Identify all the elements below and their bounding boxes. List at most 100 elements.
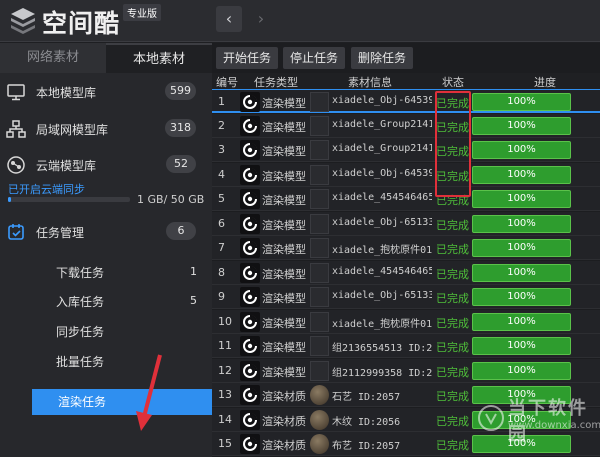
asset-thumbnail — [310, 336, 329, 356]
status-highlight-box — [435, 91, 471, 197]
storage-usage-text: 1 GB/ 50 GB — [137, 193, 205, 206]
count-badge: 6 — [166, 222, 196, 240]
row-number: 4 — [218, 167, 225, 181]
calendar-icon — [8, 224, 24, 240]
back-button[interactable]: ‹ — [216, 6, 242, 32]
row-number: 2 — [218, 118, 225, 132]
asset-info: xiadele_Group21412 — [332, 143, 432, 154]
logo-icon — [11, 8, 35, 34]
sidebar-item-import-tasks[interactable]: 入库任务 — [56, 293, 104, 310]
tab-local-assets[interactable]: 本地素材 — [106, 43, 212, 73]
start-task-button[interactable]: 开始任务 — [216, 47, 279, 69]
storage-progress-bar — [8, 197, 130, 202]
table-row[interactable]: 7 渲染模型 xiadele_抱枕原件01 I 已完成100% — [212, 236, 600, 260]
asset-thumbnail — [310, 140, 329, 160]
render-engine-icon — [240, 434, 260, 454]
sidebar-item-task-manager[interactable]: 任务管理 6 — [0, 215, 212, 249]
asset-thumbnail — [310, 164, 329, 185]
sidebar-item-lan-library[interactable]: 局域网模型库 318 — [0, 112, 212, 146]
progress-bar: 100% — [472, 190, 571, 208]
import-task-count: 5 — [190, 294, 197, 307]
table-row[interactable]: 10 渲染模型 xiadele_抱枕原件01 I 已完成100% — [212, 309, 600, 334]
annotation-arrow-icon — [136, 354, 162, 431]
row-number: 12 — [218, 363, 232, 377]
table-row[interactable]: 2 渲染模型 xiadele_Group21412 已完成 100% — [212, 113, 600, 138]
table-row[interactable]: 8 渲染模型 xiadele_454546465 ID 已完成100% — [212, 260, 600, 285]
table-row[interactable]: 1渲染模型xiadele_Obj-645393-已完成100% — [212, 89, 600, 113]
table-row[interactable]: 6 渲染模型 xiadele_Obj-651337- 已完成100% — [212, 211, 600, 236]
progress-bar: 100% — [472, 214, 571, 233]
asset-info: xiadele_454546465 ID — [332, 265, 432, 277]
render-engine-icon — [240, 140, 260, 160]
title-bar: 空间酷 专业版 ‹ › — [0, 0, 600, 42]
asset-thumbnail — [310, 262, 329, 283]
forward-button[interactable]: › — [248, 6, 274, 32]
asset-info: 布艺 ID:2057 — [332, 441, 401, 452]
column-header-num[interactable]: 编号 — [216, 74, 238, 90]
table-row[interactable]: 4渲染模型xiadele_Obj-645393-已完成100% — [212, 162, 600, 187]
source-tabs: 网络素材 本地素材 — [0, 43, 212, 73]
row-number: 3 — [218, 143, 225, 156]
count-badge: 318 — [165, 119, 196, 137]
column-header-type[interactable]: 任务类型 — [254, 74, 298, 90]
tab-network-assets[interactable]: 网络素材 — [0, 43, 106, 73]
task-status: 已完成 — [436, 292, 469, 305]
row-number: 10 — [218, 314, 232, 328]
cloud-sync-link[interactable]: 已开启云端同步 — [8, 181, 85, 197]
asset-thumbnail — [310, 385, 329, 405]
asset-thumbnail — [310, 213, 329, 234]
render-engine-icon — [240, 262, 260, 283]
column-header-progress[interactable]: 进度 — [534, 74, 556, 90]
progress-bar: 100% — [472, 93, 571, 111]
asset-thumbnail — [310, 409, 329, 430]
stop-task-button[interactable]: 停止任务 — [283, 47, 346, 69]
task-type: 渲染模型 — [262, 316, 306, 330]
sidebar-item-local-library[interactable]: 本地模型库 599 — [0, 75, 212, 109]
task-status: 已完成 — [436, 316, 469, 330]
row-number: 6 — [218, 216, 225, 230]
task-type: 渲染模型 — [262, 218, 306, 232]
sidebar-item-sync-tasks[interactable]: 同步任务 — [56, 323, 104, 340]
network-icon — [6, 120, 26, 138]
task-type: 渲染模型 — [262, 292, 306, 305]
progress-bar: 100% — [472, 337, 571, 355]
asset-info: xiadele_抱枕原件01 I — [332, 245, 432, 256]
task-status: 已完成 — [436, 243, 469, 256]
task-type: 渲染模型 — [262, 145, 306, 158]
table-row[interactable]: 12 渲染模型 组2112999358 ID:2099 已完成100% — [212, 358, 600, 383]
task-type: 渲染模型 — [262, 243, 306, 256]
task-type: 渲染模型 — [262, 120, 306, 134]
asset-thumbnail — [310, 115, 329, 136]
asset-info: xiadele_Group21412 — [332, 118, 432, 130]
sidebar-item-cloud-library[interactable]: 云端模型库 52 — [0, 148, 212, 182]
storage-progress-fill — [8, 197, 11, 202]
table-row[interactable]: 5渲染模型xiadele_454546465 ID已完成100% — [212, 187, 600, 211]
table-row[interactable]: 3 渲染模型 xiadele_Group21412 已完成 100% — [212, 138, 600, 162]
asset-thumbnail — [310, 92, 329, 112]
asset-thumbnail — [310, 287, 329, 307]
render-engine-icon — [240, 115, 260, 136]
table-row[interactable]: 11 渲染模型 组2136554513 ID:2100 已完成100% — [212, 334, 600, 358]
sidebar-item-label: 局域网模型库 — [36, 123, 109, 137]
download-task-count: 1 — [190, 265, 197, 278]
asset-thumbnail — [310, 360, 329, 381]
asset-thumbnail — [310, 238, 329, 258]
count-badge: 52 — [166, 155, 196, 173]
sidebar-item-label: 本地模型库 — [36, 86, 97, 100]
render-engine-icon — [240, 409, 260, 430]
asset-info: 组2112999358 ID:2099 — [332, 367, 432, 379]
asset-info: xiadele_Obj-645393- — [332, 95, 432, 106]
asset-info: 石艺 ID:2057 — [332, 392, 401, 403]
cloud-icon — [7, 156, 25, 174]
row-number: 9 — [218, 290, 225, 303]
column-header-info[interactable]: 素材信息 — [348, 74, 392, 90]
asset-info: xiadele_Obj-651337- — [332, 216, 432, 228]
sidebar-item-render-tasks[interactable]: 渲染任务 — [32, 389, 212, 415]
sidebar: 网络素材 本地素材 本地模型库 599 局域网模型库 318 云端模型库 52 — [0, 43, 212, 457]
sidebar-item-batch-tasks[interactable]: 批量任务 — [56, 353, 104, 370]
delete-task-button[interactable]: 删除任务 — [351, 47, 414, 69]
table-row[interactable]: 9 渲染模型 xiadele_Obj-651337- 已完成100% — [212, 285, 600, 309]
column-header-status[interactable]: 状态 — [442, 74, 464, 90]
sidebar-item-download-tasks[interactable]: 下载任务 — [56, 264, 104, 281]
progress-bar: 100% — [472, 361, 571, 380]
